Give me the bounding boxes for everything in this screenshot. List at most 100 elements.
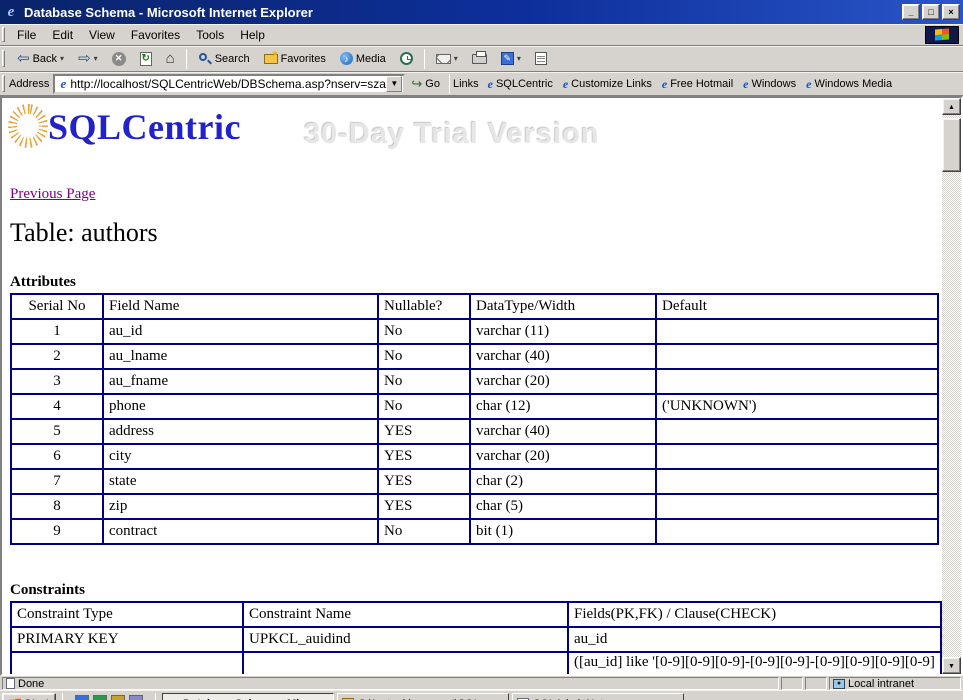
task-database-schema[interactable]: e Database Schema - Mi... [162,693,335,700]
cell-default: ('UNKNOWN') [655,393,939,420]
start-button[interactable]: Start [2,693,57,700]
scroll-down-icon[interactable]: ▼ [942,657,961,674]
cell-default [655,318,939,345]
menu-edit[interactable]: Edit [44,25,81,45]
mail-button[interactable]: ▾ [430,48,464,70]
favorites-icon: ★ [263,49,279,64]
favorites-button[interactable]: ★ Favorites [258,48,332,70]
close-button[interactable]: × [942,4,960,20]
ie-quicklaunch-icon[interactable] [75,695,90,700]
col-constraint-fields: Fields(PK,FK) / Clause(CHECK) [567,601,942,628]
forward-icon: ⇨ [78,50,91,67]
history-button[interactable] [394,48,419,70]
go-button[interactable]: ↪ Go [405,75,446,92]
mail-dropdown-icon[interactable]: ▾ [454,54,458,63]
menu-tools[interactable]: Tools [188,25,232,45]
ie-favicon: e [562,76,569,91]
refresh-button[interactable]: ↻ [134,48,158,70]
cell-datatype: varchar (11) [469,318,657,345]
address-field[interactable]: e ▼ [53,73,406,94]
menu-file[interactable]: File [9,25,44,45]
zone-text: Local intranet [848,677,915,690]
status-pane-spacer [781,677,803,690]
menu-help[interactable]: Help [232,25,273,45]
cell-field: zip [102,493,379,520]
maximize-button[interactable]: □ [922,4,940,20]
discuss-button[interactable] [529,48,553,70]
cell-constraint-name: UPKCL_auidind [242,626,569,653]
media-label: Media [355,52,386,65]
cell-constraint-fields: au_id [567,626,942,653]
search-button[interactable]: Search [192,48,256,70]
standard-toolbar: ⇦ Back ▾ ⇨ ▾ ✕ ↻ ⌂ Search ★ Favorites ♪ … [0,46,963,72]
link-customize-links[interactable]: e Customize Links [558,76,657,92]
toolbar-separator [185,48,187,69]
back-dropdown-icon[interactable]: ▾ [60,54,64,63]
cell-constraint-type: CHECK [10,651,244,674]
links-label: Links [452,77,479,90]
previous-page-link[interactable]: Previous Page [10,186,95,203]
toolbar-grip[interactable] [2,49,5,68]
cell-field: phone [102,393,379,420]
ie-page-icon: e [60,75,67,91]
cell-nullable: No [377,318,471,345]
status-bar: Done ● Local intranet [0,676,963,690]
scrollbar-thumb[interactable] [942,118,961,172]
media-player-icon[interactable] [129,695,144,700]
forward-dropdown-icon[interactable]: ▾ [94,54,98,63]
table-row: 4 phone No char (12) ('UNKNOWN') [10,393,939,420]
menubar-grip[interactable] [2,27,5,42]
cell-serial: 8 [10,493,104,520]
link-windows-media[interactable]: e Windows Media [801,76,897,92]
menu-favorites[interactable]: Favorites [123,25,188,45]
cell-nullable: No [377,343,471,370]
stop-icon: ✕ [111,51,126,66]
print-button[interactable] [466,48,493,70]
addressbar-grip[interactable] [2,75,5,92]
page-content: SQLCentric 30-Day Trial Version Previous… [0,96,963,676]
address-label: Address [9,77,50,90]
go-icon: ↪ [411,76,423,91]
back-button[interactable]: ⇦ Back ▾ [11,48,70,70]
back-icon: ⇦ [17,50,30,67]
cell-serial: 2 [10,343,104,370]
cell-datatype: varchar (40) [469,343,657,370]
ie-logo-icon: e [7,3,15,20]
stop-button[interactable]: ✕ [106,48,132,70]
cell-field: state [102,468,379,495]
edit-button[interactable]: ✎ ▾ [495,48,527,70]
minimize-button[interactable]: _ [902,4,920,20]
task-sqladmin[interactable]: SQLAdminNet... [512,693,685,700]
table-row: 7 state YES char (2) [10,468,939,495]
mail-icon [435,53,451,64]
home-button[interactable]: ⌂ [160,48,181,70]
security-zone-pane: ● Local intranet [829,677,961,690]
address-dropdown-icon[interactable]: ▼ [386,75,403,92]
show-desktop-icon[interactable] [111,695,126,700]
link-label: Windows [751,77,797,90]
link-label: Free Hotmail [670,77,734,90]
cell-constraint-type: PRIMARY KEY [10,626,244,653]
edit-dropdown-icon[interactable]: ▾ [517,54,521,63]
print-icon [471,50,487,64]
menu-bar: File Edit View Favorites Tools Help [0,24,963,46]
cell-nullable: No [377,518,471,545]
outlook-express-icon[interactable] [93,695,108,700]
media-button[interactable]: ♪ Media [334,48,392,70]
cell-nullable: YES [377,418,471,445]
cell-datatype: char (12) [469,393,657,420]
menu-view[interactable]: View [81,25,123,45]
link-free-hotmail[interactable]: e Free Hotmail [657,76,738,92]
link-sqlcentric[interactable]: e SQLCentric [483,76,558,92]
cell-default [655,343,939,370]
task-inetpub-folder[interactable]: C:\Inetpub\wwwroot\SQL... [337,693,510,700]
link-windows[interactable]: e Windows [738,76,801,92]
scroll-up-icon[interactable]: ▲ [942,98,961,115]
address-input[interactable] [70,76,387,91]
col-datatype: DataType/Width [469,293,657,320]
vertical-scrollbar[interactable]: ▲ ▼ [942,98,961,674]
cell-constraint-name: CK__authors__au_id__77BFCB91 [242,651,569,674]
forward-button[interactable]: ⇨ ▾ [72,48,104,70]
sqlcentric-sunburst-icon [8,104,48,148]
address-bar: Address e ▼ ↪ Go Links e SQLCentric e Cu… [0,72,963,96]
